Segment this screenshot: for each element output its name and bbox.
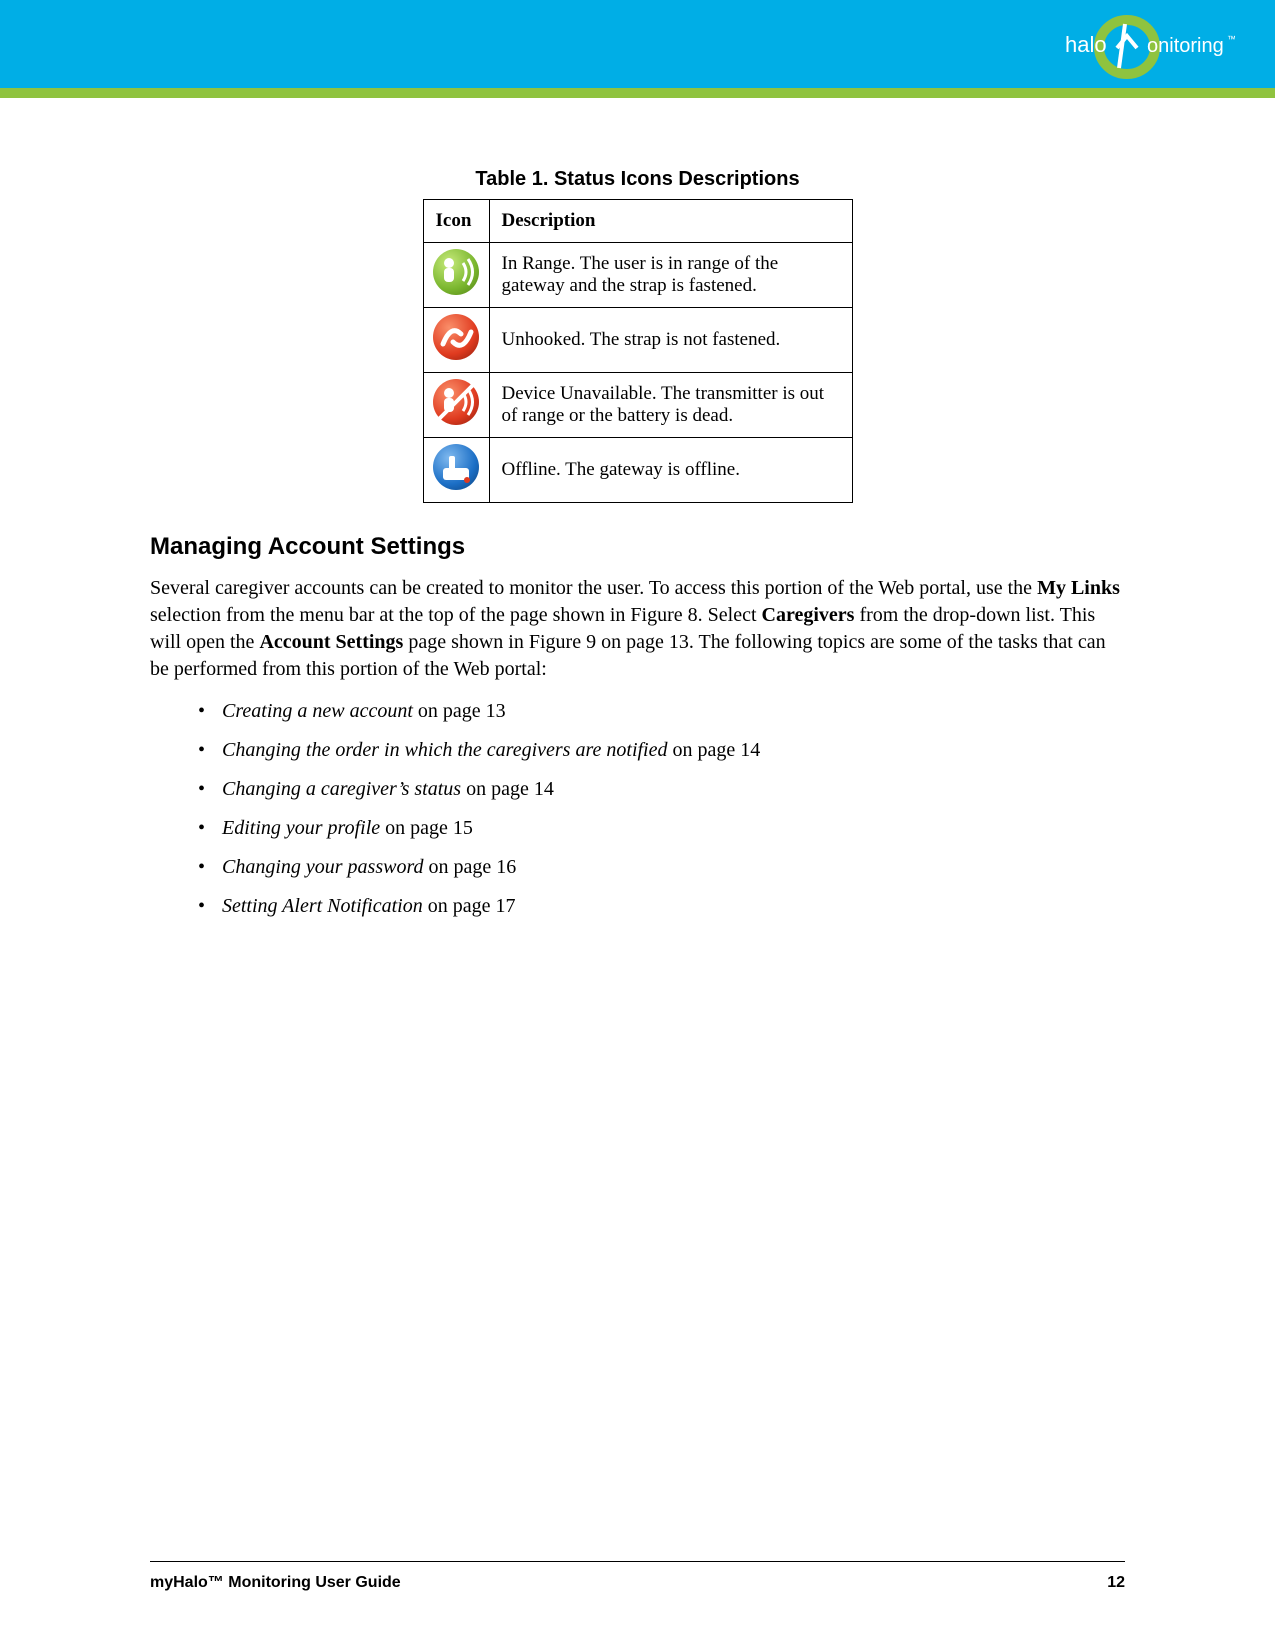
section-heading: Managing Account Settings (150, 533, 1125, 561)
task-pageref: on page 14 (668, 739, 761, 761)
para-text: selection from the menu bar at the top o… (150, 604, 762, 626)
unhooked-icon (433, 314, 479, 360)
device-unavailable-icon (433, 379, 479, 425)
brand-logo: halo onitoring ™ (1055, 12, 1235, 82)
row-description: Unhooked. The strap is not fastened. (489, 308, 852, 373)
table-row: Unhooked. The strap is not fastened. (423, 308, 852, 373)
para-bold-account-settings: Account Settings (259, 631, 403, 653)
list-item: Setting Alert Notification on page 17 (198, 894, 1125, 919)
header-icon: Icon (423, 200, 489, 243)
task-pageref: on page 14 (461, 778, 554, 800)
table-row: Device Unavailable. The transmitter is o… (423, 373, 852, 438)
task-title: Editing your profile (222, 817, 380, 839)
footer-title: myHalo™ Monitoring User Guide (150, 1574, 401, 1592)
table-caption: Table 1. Status Icons Descriptions (423, 168, 853, 191)
row-description: In Range. The user is in range of the ga… (489, 243, 852, 308)
task-title: Setting Alert Notification (222, 895, 423, 917)
list-item: Changing a caregiver’s status on page 14 (198, 777, 1125, 802)
page-content: Table 1. Status Icons Descriptions Icon … (0, 98, 1275, 919)
list-item: Changing your password on page 16 (198, 855, 1125, 880)
para-text: Several caregiver accounts can be create… (150, 577, 1037, 599)
task-title: Changing the order in which the caregive… (222, 739, 668, 761)
document-header-bar: halo onitoring ™ (0, 0, 1275, 88)
brand-text-halo: halo (1065, 32, 1107, 57)
offline-icon (433, 444, 479, 490)
page-footer: myHalo™ Monitoring User Guide 12 (150, 1574, 1125, 1592)
table-row: In Range. The user is in range of the ga… (423, 243, 852, 308)
task-title: Changing your password (222, 856, 424, 878)
table-header-row: Icon Description (423, 200, 852, 243)
header-description: Description (489, 200, 852, 243)
list-item: Creating a new account on page 13 (198, 699, 1125, 724)
status-icons-table: Icon Description In Range. The user is i… (423, 199, 853, 503)
svg-text:™: ™ (1227, 34, 1235, 44)
accent-bar (0, 88, 1275, 98)
task-pageref: on page 16 (424, 856, 517, 878)
list-item: Changing the order in which the caregive… (198, 738, 1125, 763)
footer-page-number: 12 (1107, 1574, 1125, 1592)
task-pageref: on page 15 (380, 817, 473, 839)
task-list: Creating a new account on page 13 Changi… (198, 699, 1125, 919)
row-description: Device Unavailable. The transmitter is o… (489, 373, 852, 438)
task-pageref: on page 13 (413, 700, 506, 722)
section-paragraph: Several caregiver accounts can be create… (150, 575, 1125, 683)
in-range-icon (433, 249, 479, 295)
brand-text-monitoring: onitoring (1147, 35, 1224, 57)
task-title: Creating a new account (222, 700, 413, 722)
task-pageref: on page 17 (423, 895, 516, 917)
para-bold-mylinks: My Links (1037, 577, 1120, 599)
list-item: Editing your profile on page 15 (198, 816, 1125, 841)
row-description: Offline. The gateway is offline. (489, 438, 852, 503)
task-title: Changing a caregiver’s status (222, 778, 461, 800)
para-bold-caregivers: Caregivers (762, 604, 855, 626)
footer-rule (150, 1561, 1125, 1562)
table-row: Offline. The gateway is offline. (423, 438, 852, 503)
